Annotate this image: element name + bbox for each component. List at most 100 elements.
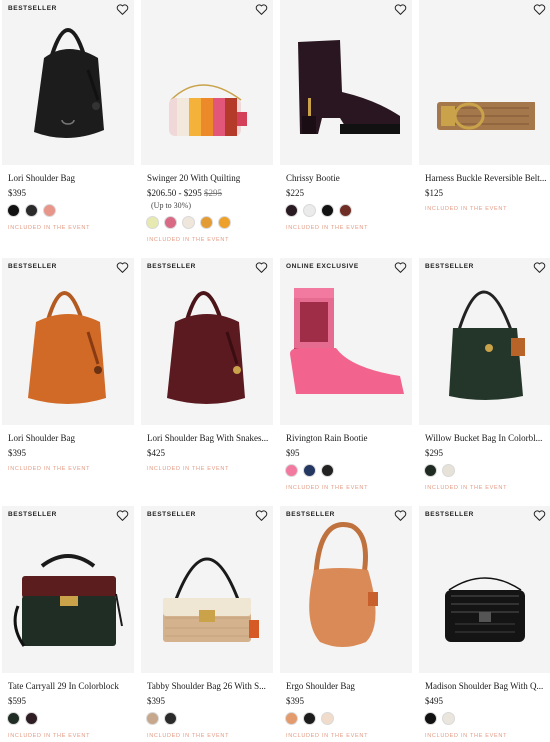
- product-price: $125: [425, 188, 443, 198]
- color-swatch[interactable]: [164, 216, 177, 229]
- color-swatch[interactable]: [7, 204, 20, 217]
- color-swatch[interactable]: [321, 712, 334, 725]
- color-swatches: [2, 204, 138, 217]
- product-name[interactable]: Swinger 20 With Quilting: [141, 173, 277, 183]
- sale-price: $206.50 - $295: [147, 188, 202, 198]
- product-name[interactable]: Madison Shoulder Bag With Q...: [419, 681, 550, 691]
- product-price: $395: [8, 448, 26, 458]
- product-price: $95: [286, 448, 300, 458]
- color-swatch[interactable]: [424, 712, 437, 725]
- product-badge: BESTSELLER: [286, 511, 335, 518]
- wishlist-heart-icon[interactable]: [116, 3, 129, 16]
- product-card[interactable]: ONLINE EXCLUSIVE Rivington Rain Bootie $95…: [280, 258, 416, 491]
- color-swatch[interactable]: [339, 204, 352, 217]
- color-swatch[interactable]: [303, 204, 316, 217]
- product-badge: BESTSELLER: [147, 263, 196, 270]
- product-card[interactable]: Chrissy Bootie $225 INCLUDED IN THE EVENT: [280, 0, 416, 231]
- product-image[interactable]: BESTSELLER: [2, 0, 134, 165]
- product-card[interactable]: BESTSELLER Ergo Shoulder Bag $395 INCLUDED …: [280, 506, 416, 739]
- product-name[interactable]: Tate Carryall 29 In Colorblock: [2, 681, 138, 691]
- wishlist-heart-icon[interactable]: [116, 509, 129, 522]
- event-label: INCLUDED IN THE EVENT: [286, 225, 369, 231]
- color-swatch[interactable]: [285, 464, 298, 477]
- color-swatch[interactable]: [303, 464, 316, 477]
- product-image[interactable]: [419, 0, 550, 165]
- color-swatch[interactable]: [25, 204, 38, 217]
- wishlist-heart-icon[interactable]: [533, 3, 546, 16]
- color-swatch[interactable]: [321, 464, 334, 477]
- wishlist-heart-icon[interactable]: [394, 509, 407, 522]
- color-swatch[interactable]: [424, 464, 437, 477]
- color-swatches: [141, 712, 277, 725]
- product-name[interactable]: Tabby Shoulder Bag 26 With S...: [141, 681, 277, 691]
- color-swatch[interactable]: [146, 216, 159, 229]
- color-swatch[interactable]: [218, 216, 231, 229]
- color-swatch[interactable]: [164, 712, 177, 725]
- color-swatch[interactable]: [442, 712, 455, 725]
- product-card[interactable]: BESTSELLER Madison Shoulder Bag With Q...…: [419, 506, 550, 739]
- product-card[interactable]: BESTSELLER Willow Bucket Bag In Colorbl..…: [419, 258, 550, 491]
- wishlist-heart-icon[interactable]: [533, 509, 546, 522]
- product-name[interactable]: Chrissy Bootie: [280, 173, 416, 183]
- color-swatch[interactable]: [43, 204, 56, 217]
- product-name[interactable]: Ergo Shoulder Bag: [280, 681, 416, 691]
- color-swatch[interactable]: [7, 712, 20, 725]
- product-image[interactable]: [280, 0, 412, 165]
- product-image[interactable]: BESTSELLER: [419, 506, 550, 673]
- event-label: INCLUDED IN THE EVENT: [147, 733, 230, 739]
- product-name[interactable]: Lori Shoulder Bag: [2, 433, 138, 443]
- color-swatch[interactable]: [200, 216, 213, 229]
- color-swatch[interactable]: [146, 712, 159, 725]
- color-swatches: [141, 216, 277, 229]
- product-name[interactable]: Willow Bucket Bag In Colorbl...: [419, 433, 550, 443]
- color-swatch[interactable]: [285, 712, 298, 725]
- product-card[interactable]: BESTSELLER Tate Carryall 29 In Colorblock…: [2, 506, 138, 739]
- color-swatch[interactable]: [25, 712, 38, 725]
- product-image[interactable]: [141, 0, 273, 165]
- product-card[interactable]: BESTSELLER Lori Shoulder Bag $395 INCLUDED …: [2, 258, 138, 472]
- event-label: INCLUDED IN THE EVENT: [147, 466, 230, 472]
- color-swatch[interactable]: [303, 712, 316, 725]
- product-badge: ONLINE EXCLUSIVE: [286, 263, 359, 270]
- wishlist-heart-icon[interactable]: [255, 509, 268, 522]
- product-image[interactable]: BESTSELLER: [141, 506, 273, 673]
- color-swatch[interactable]: [442, 464, 455, 477]
- event-label: INCLUDED IN THE EVENT: [425, 485, 508, 491]
- product-image[interactable]: BESTSELLER: [141, 258, 273, 425]
- event-label: INCLUDED IN THE EVENT: [8, 225, 91, 231]
- product-image[interactable]: ONLINE EXCLUSIVE: [280, 258, 412, 425]
- product-image[interactable]: BESTSELLER: [2, 506, 134, 673]
- product-card[interactable]: BESTSELLER Tabby Shoulder Bag 26 With S..…: [141, 506, 277, 739]
- product-price: $395: [147, 696, 165, 706]
- product-card[interactable]: BESTSELLER Lori Shoulder Bag $395 INCLUDED …: [2, 0, 138, 231]
- wishlist-heart-icon[interactable]: [394, 261, 407, 274]
- product-badge: BESTSELLER: [8, 511, 57, 518]
- discount-text: (Up to 30%): [151, 201, 191, 210]
- wishlist-heart-icon[interactable]: [116, 261, 129, 274]
- product-name[interactable]: Lori Shoulder Bag With Snakes...: [141, 433, 277, 443]
- wishlist-heart-icon[interactable]: [533, 261, 546, 274]
- event-label: INCLUDED IN THE EVENT: [425, 206, 508, 212]
- event-label: INCLUDED IN THE EVENT: [147, 237, 230, 243]
- event-label: INCLUDED IN THE EVENT: [8, 733, 91, 739]
- event-label: INCLUDED IN THE EVENT: [286, 733, 369, 739]
- product-name[interactable]: Lori Shoulder Bag: [2, 173, 138, 183]
- product-card[interactable]: BESTSELLER Lori Shoulder Bag With Snakes.…: [141, 258, 277, 472]
- product-card[interactable]: Harness Buckle Reversible Belt... $125 INC…: [419, 0, 550, 212]
- product-image[interactable]: BESTSELLER: [2, 258, 134, 425]
- product-name[interactable]: Harness Buckle Reversible Belt...: [419, 173, 550, 183]
- product-image[interactable]: BESTSELLER: [280, 506, 412, 673]
- color-swatches: [2, 712, 138, 725]
- wishlist-heart-icon[interactable]: [255, 261, 268, 274]
- color-swatch[interactable]: [321, 204, 334, 217]
- color-swatch[interactable]: [285, 204, 298, 217]
- color-swatch[interactable]: [182, 216, 195, 229]
- product-image[interactable]: BESTSELLER: [419, 258, 550, 425]
- wishlist-heart-icon[interactable]: [255, 3, 268, 16]
- wishlist-heart-icon[interactable]: [394, 3, 407, 16]
- product-card[interactable]: Swinger 20 With Quilting $206.50 - $295 $…: [141, 0, 277, 243]
- product-badge: BESTSELLER: [425, 511, 474, 518]
- product-price: $595: [8, 696, 26, 706]
- product-name[interactable]: Rivington Rain Bootie: [280, 433, 416, 443]
- product-badge: BESTSELLER: [8, 263, 57, 270]
